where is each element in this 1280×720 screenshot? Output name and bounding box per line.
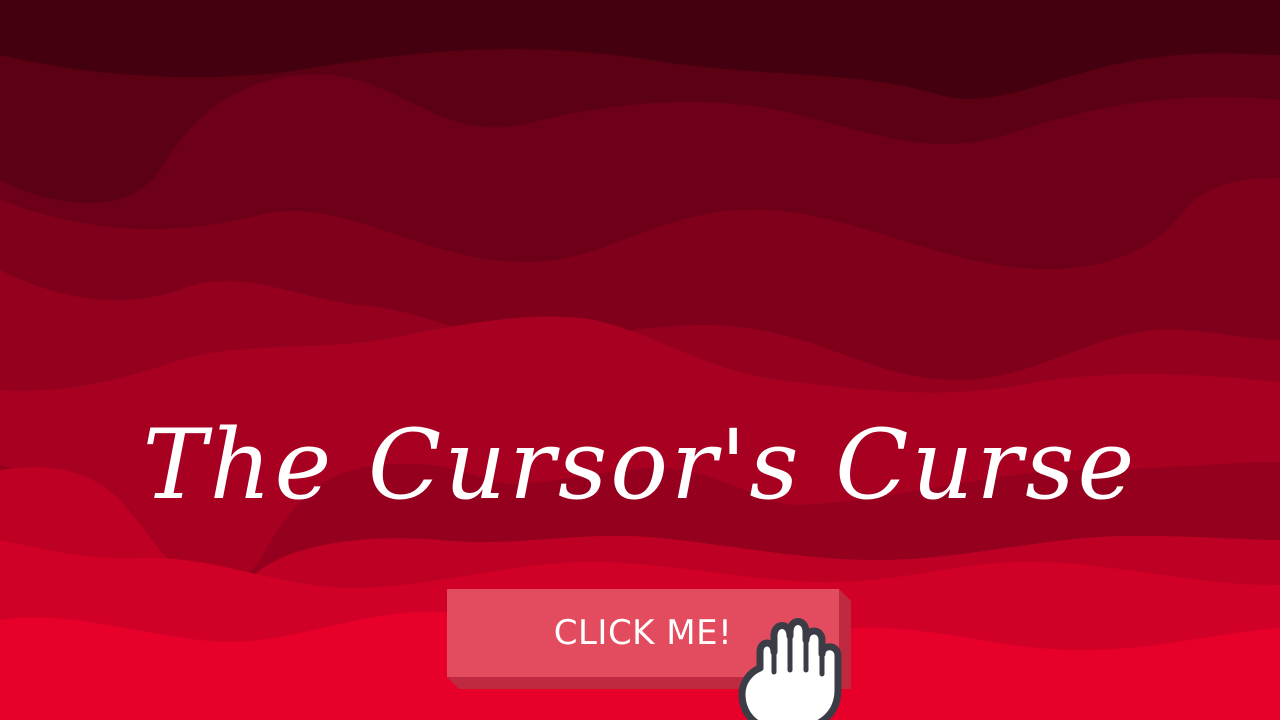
- game-screen: The Cursor's Curse CLICK ME!: [0, 0, 1280, 720]
- hand-grab-icon: [738, 618, 842, 720]
- game-title: The Cursor's Curse: [142, 409, 1138, 521]
